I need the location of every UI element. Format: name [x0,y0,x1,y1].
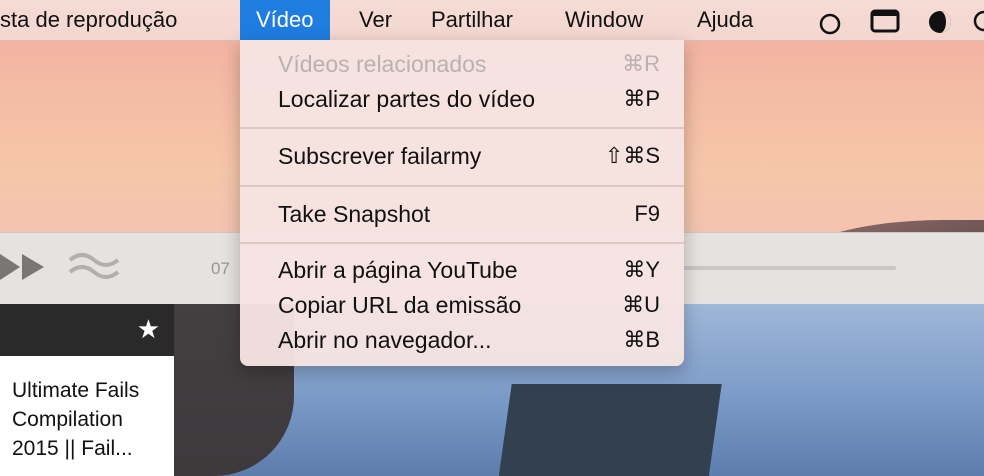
card-header: ★ [0,304,174,356]
menu-item-open-youtube[interactable]: Abrir a página YouTube ⌘Y [240,254,684,288]
menu-item-open-browser[interactable]: Abrir no navegador... ⌘B [240,324,684,358]
moon-icon[interactable] [926,9,954,35]
video-card[interactable]: ★ Ultimate Fails Compilation 2015 || Fai… [0,304,174,476]
shortcut-label: ⇧⌘S [604,143,660,168]
menu-item-label: Take Snapshot [278,201,431,227]
menu-item-label: Localizar partes do vídeo [278,86,535,112]
shortcut-label: ⌘Y [623,257,660,282]
menu-video[interactable]: Vídeo [240,0,330,40]
video-menu-dropdown: Vídeos relacionados ⌘R Localizar partes … [240,40,684,366]
menu-item-label: Copiar URL da emissão [278,292,522,318]
menu-view[interactable]: Ver [359,0,392,40]
menu-item-find-parts[interactable]: Localizar partes do vídeo ⌘P [240,83,684,117]
menu-item-copy-stream-url[interactable]: Copiar URL da emissão ⌘U [240,289,684,323]
menu-item-subscribe[interactable]: Subscrever failarmy ⇧⌘S [240,140,684,174]
shortcut-label: F9 [634,201,660,226]
menu-item-label: Abrir no navegador... [278,327,492,353]
menu-item-label: Abrir a página YouTube [278,257,518,283]
equalizer-icon[interactable] [68,248,120,284]
menu-window[interactable]: Window [565,0,643,40]
menu-item-label: Vídeos relacionados [278,51,487,77]
shortcut-label: ⌘U [622,292,660,317]
menu-bar: sta de reprodução Vídeo Ver Partilhar Wi… [0,0,984,41]
partial-icon[interactable] [972,9,984,33]
video-building [496,384,722,476]
menu-separator [240,127,684,129]
menu-playlist[interactable]: sta de reprodução [0,0,177,40]
shortcut-label: ⌘P [623,86,660,111]
menu-separator [240,185,684,187]
shortcut-label: ⌘R [622,51,660,76]
circle-icon[interactable] [818,12,842,36]
progress-track[interactable] [680,266,896,270]
menu-help[interactable]: Ajuda [697,0,753,40]
star-icon[interactable]: ★ [137,314,160,344]
shortcut-label: ⌘B [623,327,660,352]
menu-share[interactable]: Partilhar [431,0,513,40]
menu-item-label: Subscrever failarmy [278,143,482,169]
time-label: 07 [211,259,230,278]
menu-item-related-videos[interactable]: Vídeos relacionados ⌘R [240,48,684,82]
fast-forward-icon[interactable] [0,252,50,282]
window-icon[interactable] [870,9,900,33]
menu-item-take-snapshot[interactable]: Take Snapshot F9 [240,198,684,232]
card-title[interactable]: Ultimate Fails Compilation 2015 || Fail.… [12,376,168,463]
menu-separator [240,242,684,244]
